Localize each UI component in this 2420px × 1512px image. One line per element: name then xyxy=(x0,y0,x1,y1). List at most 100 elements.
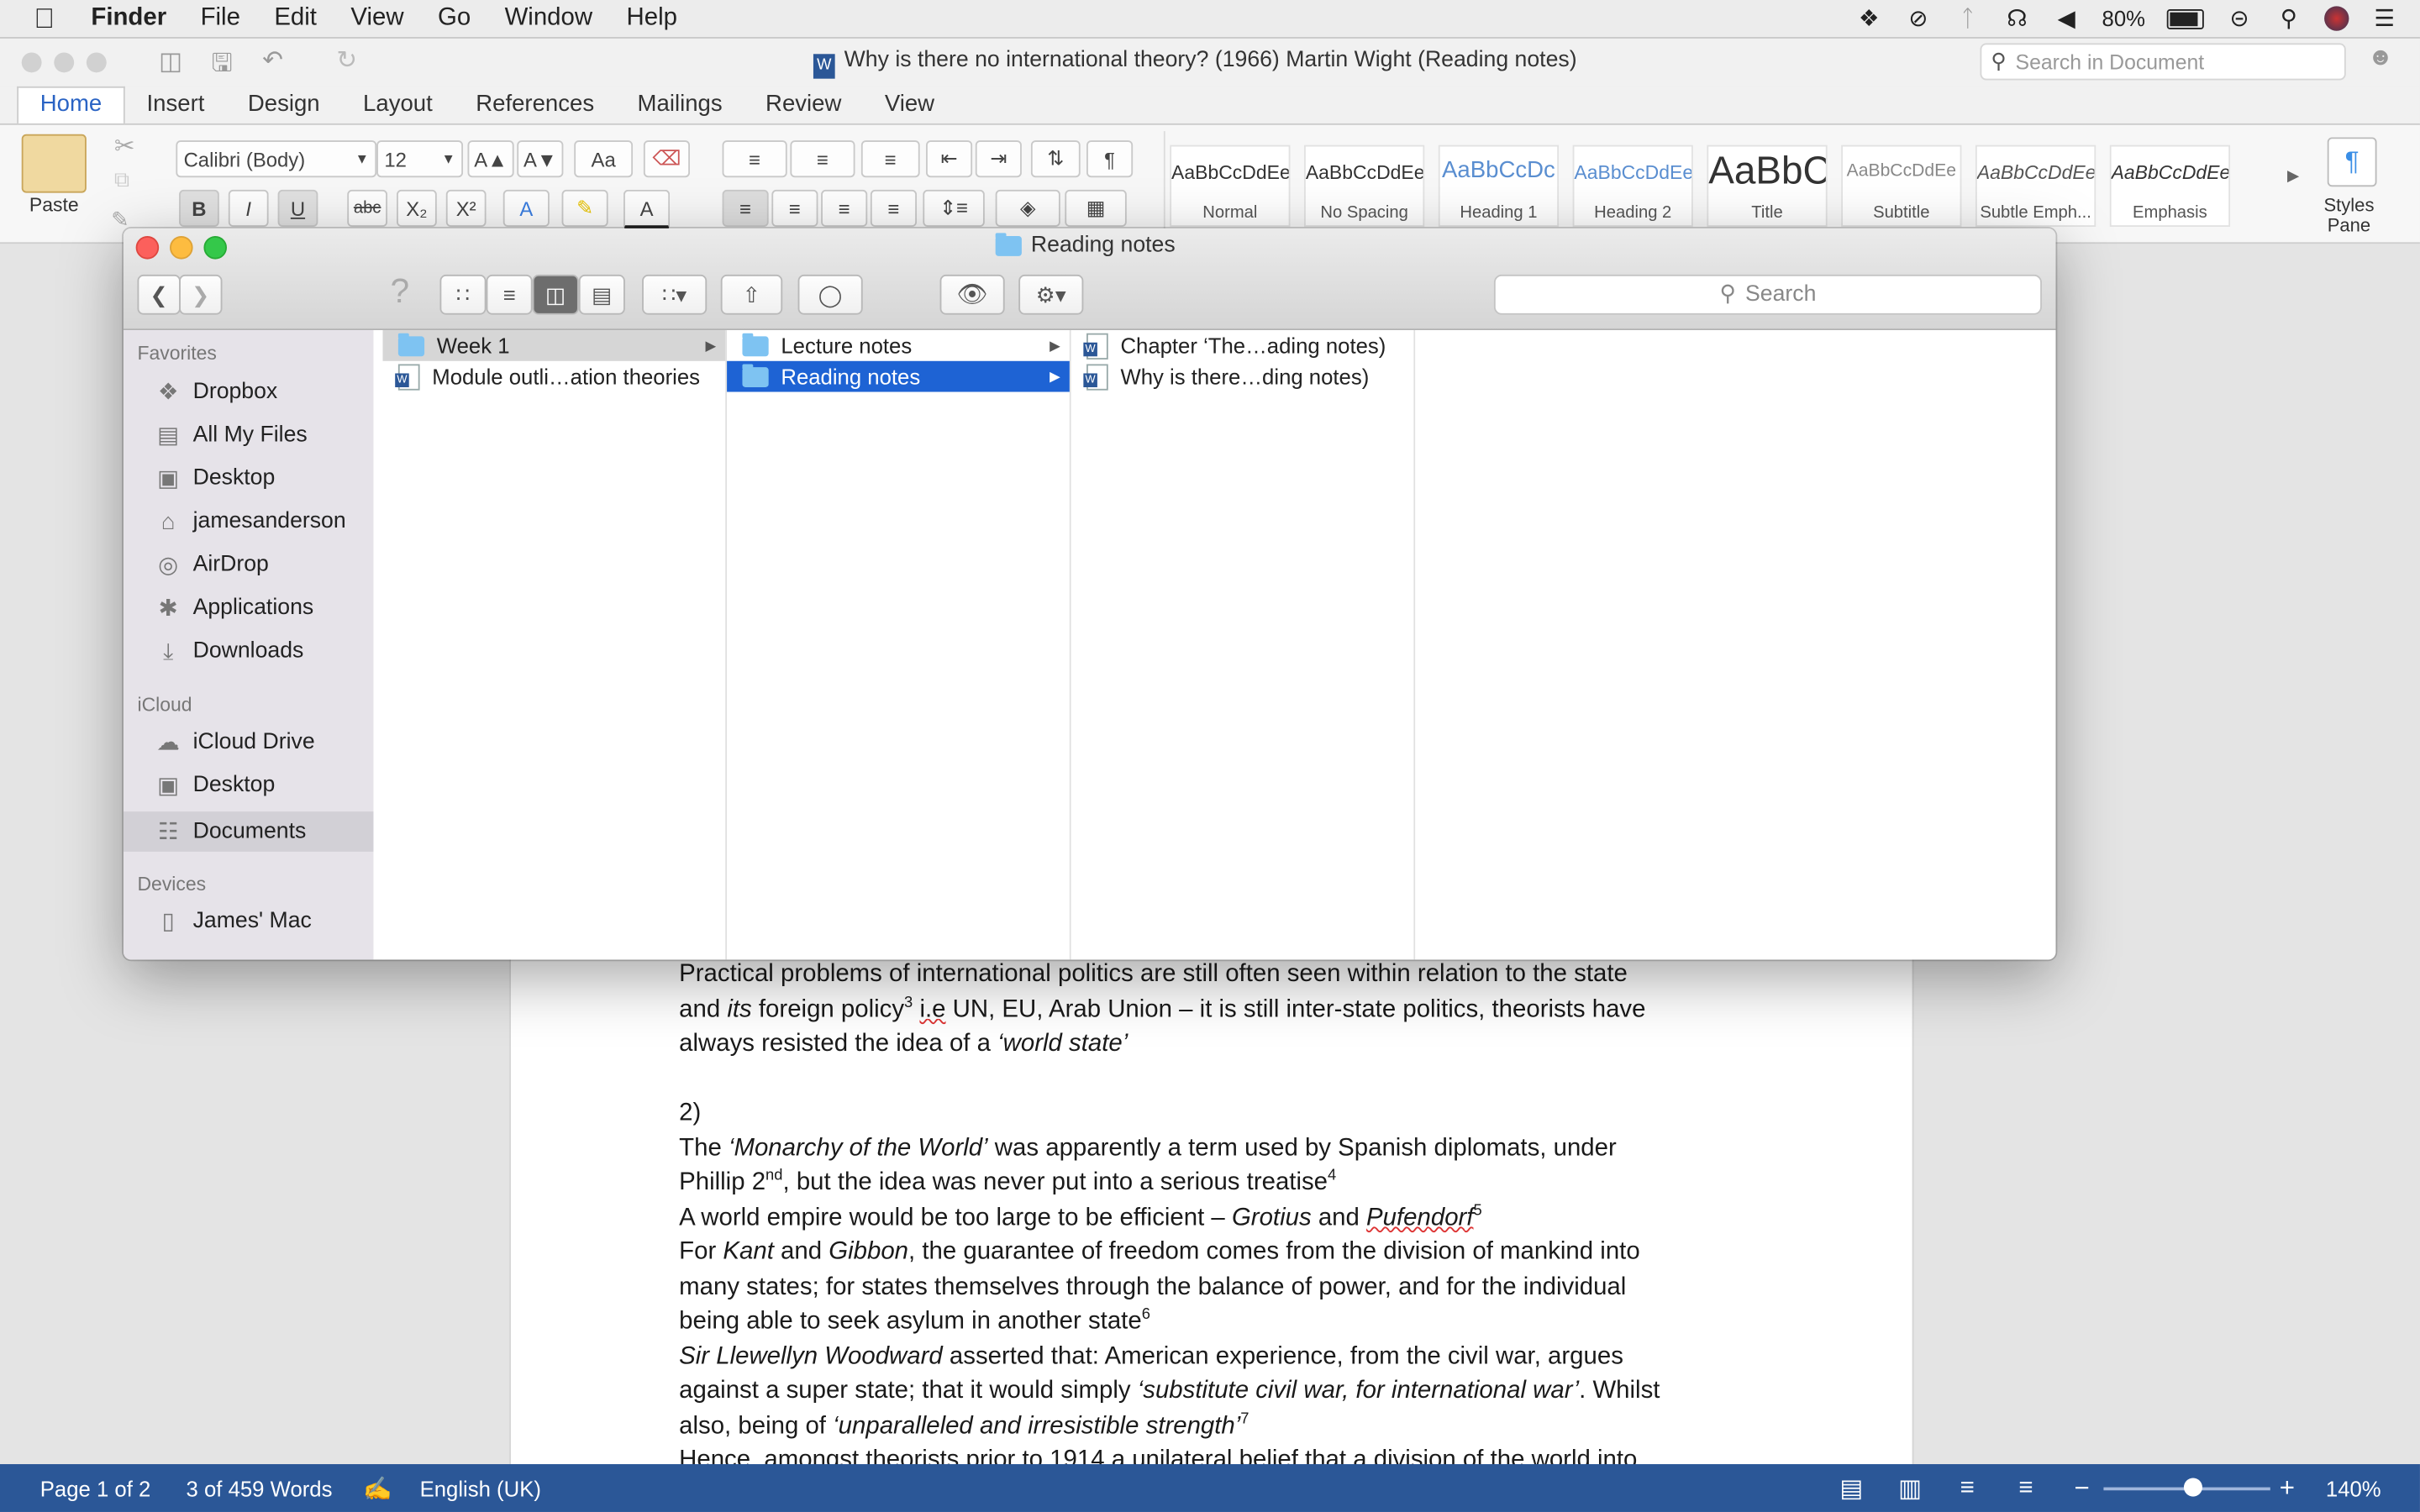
share-person-icon[interactable]: ☻ xyxy=(2367,45,2393,72)
sidebar-item-documents[interactable]: ☷ Documents xyxy=(123,811,374,852)
column-view-button[interactable]: ◫ xyxy=(532,274,579,315)
save-icon[interactable]: 🖫 xyxy=(212,46,233,88)
zoom-in-icon[interactable]: + xyxy=(2280,1473,2295,1504)
sidebar-item-icloud-desktop[interactable]: ▣ Desktop xyxy=(124,765,374,806)
spotlight-search-icon[interactable]: ⚲ xyxy=(2275,6,2302,32)
underline-button[interactable]: U xyxy=(277,189,318,227)
footnote-ref[interactable]: 4 xyxy=(1328,1168,1336,1184)
menu-help[interactable]: Help xyxy=(609,5,694,33)
style-heading-2[interactable]: AaBbCcDdEe Heading 2 xyxy=(1572,144,1693,227)
sidebar-item-all-my-files[interactable]: ▤ All My Files xyxy=(124,415,374,455)
styles-pane-icon[interactable]: ¶ xyxy=(2327,137,2377,187)
font-color-icon[interactable]: A xyxy=(623,189,671,230)
styles-more-icon[interactable]: ▶ xyxy=(2287,168,2299,185)
volume-icon[interactable]: ◀ xyxy=(2053,6,2081,32)
shading-icon[interactable]: ◈ xyxy=(995,189,1060,227)
menu-window[interactable]: Window xyxy=(487,5,609,33)
sidebar-item-applications[interactable]: ✱ Applications xyxy=(124,588,374,628)
footnote-ref[interactable]: 5 xyxy=(1474,1202,1482,1219)
language[interactable]: English (UK) xyxy=(420,1476,541,1500)
multilevel-list-icon[interactable]: ≡ xyxy=(860,140,920,178)
tab-design[interactable]: Design xyxy=(226,88,341,123)
paste-icon[interactable] xyxy=(21,134,87,193)
style-subtle-emphasis[interactable]: AaBbCcDdEe Subtle Emph... xyxy=(1975,144,2096,227)
menu-go[interactable]: Go xyxy=(421,5,488,33)
list-view-button[interactable]: ≡ xyxy=(486,274,533,315)
bluetooth-icon[interactable]: ᛏ xyxy=(1954,5,1981,31)
change-case-button[interactable]: Aa xyxy=(574,140,634,178)
word-zoom-button[interactable] xyxy=(86,52,107,73)
shrink-font-button[interactable]: A▼ xyxy=(517,140,564,178)
undo-icon[interactable]: ↶ xyxy=(262,45,283,76)
style-title[interactable]: AaBbC Title xyxy=(1707,144,1828,227)
sort-icon[interactable]: ⇅ xyxy=(1030,140,1081,178)
minus-circle-icon[interactable]: ⊝ xyxy=(2226,6,2254,32)
spelling-error[interactable]: i.e xyxy=(919,996,945,1022)
proofing-icon[interactable]: ✍ xyxy=(363,1474,392,1502)
help-icon[interactable]: ? xyxy=(391,271,409,312)
zoom-slider-thumb[interactable] xyxy=(2183,1478,2202,1497)
style-heading-1[interactable]: AaBbCcDc Heading 1 xyxy=(1438,144,1560,227)
arrange-button[interactable]: ∷▾ xyxy=(642,274,708,315)
word-minimize-button[interactable] xyxy=(54,52,75,73)
menu-edit[interactable]: Edit xyxy=(257,5,334,33)
style-no-spacing[interactable]: AaBbCcDdEe No Spacing xyxy=(1304,144,1425,227)
font-size-select[interactable]: 12 ▼ xyxy=(376,140,464,178)
copy-icon[interactable]: ⧉ xyxy=(114,166,129,192)
align-right-icon[interactable]: ≡ xyxy=(821,189,868,227)
subscript-button[interactable]: X₂ xyxy=(397,189,437,227)
finder-zoom-button[interactable] xyxy=(203,236,227,260)
line-spacing-icon[interactable]: ⇕≡ xyxy=(923,189,985,227)
finder-search-field[interactable]: ⚲ Search xyxy=(1493,274,2042,315)
zoom-level[interactable]: 140% xyxy=(2326,1476,2381,1500)
italic-button[interactable]: I xyxy=(228,189,269,227)
draft-view-icon[interactable]: ≡ xyxy=(2018,1474,2033,1502)
icon-view-button[interactable]: ∷ xyxy=(439,274,487,315)
wifi-icon[interactable]: ☊ xyxy=(2003,6,2031,32)
borders-icon[interactable]: ▦ xyxy=(1065,189,1127,227)
outline-view-icon[interactable]: ≡ xyxy=(1960,1474,1975,1502)
sidebar-item-airdrop[interactable]: ◎ AirDrop xyxy=(124,544,374,585)
sidebar-item-icloud-drive[interactable]: ☁ iCloud Drive xyxy=(124,722,374,763)
footnote-ref[interactable]: 7 xyxy=(1240,1410,1249,1427)
paste-label[interactable]: Paste xyxy=(29,194,79,216)
increase-indent-icon[interactable]: ⇥ xyxy=(975,140,1022,178)
menu-view[interactable]: View xyxy=(334,5,421,33)
forward-button[interactable]: ❯ xyxy=(179,274,223,315)
back-button[interactable]: ❮ xyxy=(137,274,181,315)
style-normal[interactable]: AaBbCcDdEe Normal xyxy=(1170,144,1291,227)
styles-pane-label[interactable]: Styles Pane xyxy=(2323,195,2375,236)
menu-app-finder[interactable]: Finder xyxy=(74,5,183,33)
tab-view[interactable]: View xyxy=(863,88,956,123)
style-emphasis[interactable]: AaBbCcDdEe Emphasis xyxy=(2109,144,2231,227)
list-item[interactable]: Chapter ‘The…ading notes) xyxy=(1071,330,1414,361)
document-body[interactable]: Practical problems of international poli… xyxy=(679,958,1760,1479)
finder-minimize-button[interactable] xyxy=(170,236,193,260)
dropbox-status-icon[interactable]: ❖ xyxy=(1855,6,1883,32)
web-layout-icon[interactable]: ▥ xyxy=(1898,1473,1922,1504)
style-subtitle[interactable]: AaBbCcDdEe Subtitle xyxy=(1841,144,1962,227)
cover-flow-button[interactable]: ▤ xyxy=(578,274,625,315)
finder-close-button[interactable] xyxy=(135,236,160,260)
sidebar-item-james-mac[interactable]: ▯ James' Mac xyxy=(124,901,374,942)
search-in-document-field[interactable]: ⚲ Search in Document xyxy=(1980,43,2346,81)
sidebar-item-dropbox[interactable]: ❖ Dropbox xyxy=(124,372,374,412)
footnote-ref[interactable]: 6 xyxy=(1142,1306,1150,1323)
list-item[interactable]: Reading notes ▶ xyxy=(727,360,1070,392)
align-center-icon[interactable]: ≡ xyxy=(771,189,818,227)
bullets-icon[interactable]: ≡ xyxy=(722,140,787,178)
sidebar-item-downloads[interactable]: ⤓ Downloads xyxy=(124,631,374,671)
tags-button[interactable]: ◯ xyxy=(797,274,863,315)
tab-home[interactable]: Home xyxy=(17,86,125,123)
numbering-icon[interactable]: ≡ xyxy=(790,140,855,178)
redo-icon[interactable]: ↻ xyxy=(336,45,357,76)
highlight-icon[interactable]: ✎ xyxy=(561,189,608,227)
text-effects-icon[interactable]: A xyxy=(502,189,550,227)
do-not-disturb-icon[interactable]: ⊘ xyxy=(1904,6,1932,32)
bold-button[interactable]: B xyxy=(179,189,219,227)
quick-look-button[interactable]: 👁 xyxy=(939,274,1005,315)
spelling-error[interactable]: Pufendorf xyxy=(1366,1205,1473,1231)
align-left-icon[interactable]: ≡ xyxy=(722,189,769,227)
superscript-button[interactable]: X² xyxy=(445,189,487,227)
battery-icon[interactable] xyxy=(2166,8,2204,29)
